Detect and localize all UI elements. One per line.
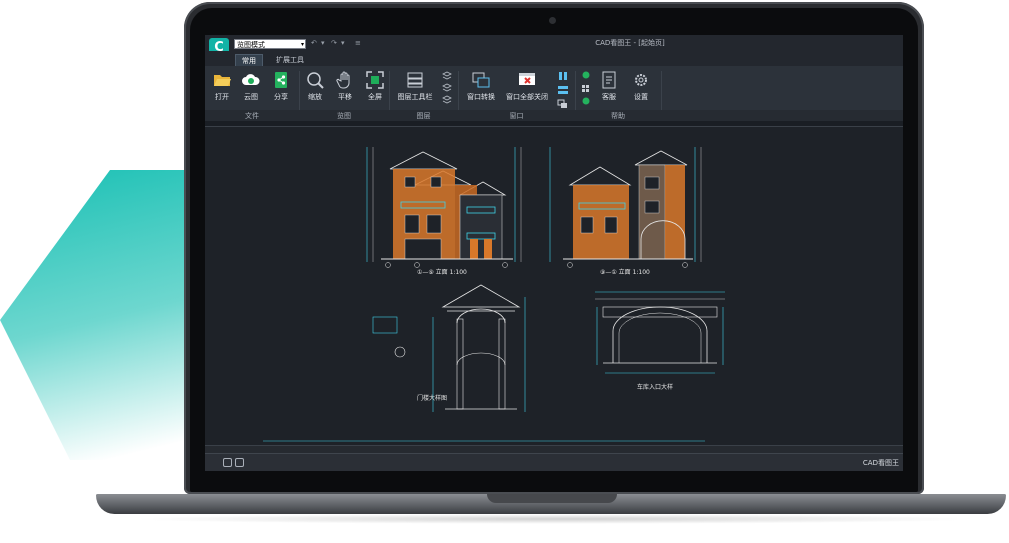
gate-detail-drawing: 门楼大样图 xyxy=(372,284,526,412)
window-switch-button[interactable]: 窗口转换 xyxy=(463,71,499,111)
pan-button[interactable]: 平移 xyxy=(331,71,359,111)
garage-gate-detail-drawing: 车库入口大样 xyxy=(595,291,725,391)
view-mode-select[interactable]: 览图模式 ▾ xyxy=(234,39,306,49)
fullscreen-icon xyxy=(366,71,384,89)
layer-toolbar-label: 图层工具栏 xyxy=(397,93,433,101)
customize-icon[interactable]: ≡ xyxy=(355,39,361,47)
group-view-label: 览图 xyxy=(337,112,351,120)
group-file-label: 文件 xyxy=(245,112,259,120)
magnifier-icon xyxy=(307,72,324,89)
cloud-label: 云图 xyxy=(244,93,258,101)
cad-drawing: ①—⑨ 立面 1:100 ⑨—① 立面 1:100 门楼大样图 车库入口大样 xyxy=(263,147,725,442)
ribbon-group-labels: 文件 览图 图层 窗口 帮助 xyxy=(205,110,903,121)
settings-button[interactable]: 设置 xyxy=(627,71,655,111)
elevation-b-label: ⑨—① 立面 1:100 xyxy=(600,268,650,276)
gear-icon xyxy=(635,74,647,86)
share-button[interactable]: 分享 xyxy=(267,71,295,111)
status-bar: CAD看图王 xyxy=(205,453,903,471)
close-all-windows-button[interactable]: 窗口全部关闭 xyxy=(503,71,551,111)
layer-toolbar-button[interactable]: 图层工具栏 xyxy=(393,71,437,111)
undo-icon[interactable]: ↶ xyxy=(311,39,317,47)
fit-status-icon[interactable] xyxy=(235,458,244,467)
window-layout-icons xyxy=(557,72,568,108)
title-bar: 览图模式 ▾ ↶ ▾ ↷ ▾ ≡ CAD看图王 - [起始页] xyxy=(205,35,903,51)
chevron-down-icon: ▾ xyxy=(300,41,304,48)
laptop-shadow xyxy=(130,514,980,524)
group-help-label: 帮助 xyxy=(611,112,625,120)
rear-elevation-drawing: ⑨—① 立面 1:100 xyxy=(549,147,702,276)
group-window-label: 窗口 xyxy=(509,112,524,120)
gate-a-label: 门楼大样图 xyxy=(417,394,447,402)
fullscreen-button[interactable]: 全屏 xyxy=(361,71,389,111)
window-title: CAD看图王 - [起始页] xyxy=(595,39,665,47)
front-elevation-drawing: ①—⑨ 立面 1:100 xyxy=(366,147,522,276)
tab-common[interactable]: 常用 xyxy=(235,54,263,66)
drawing-canvas[interactable]: ①—⑨ 立面 1:100 ⑨—① 立面 1:100 门楼大样图 车库入口大样 xyxy=(205,126,903,446)
close-all-windows-label: 窗口全部关闭 xyxy=(506,93,548,101)
zoom-status-icon[interactable] xyxy=(223,458,232,467)
app-screen: 览图模式 ▾ ↶ ▾ ↷ ▾ ≡ CAD看图王 - [起始页] C 常用 扩展工… xyxy=(205,35,903,471)
gate-b-label: 车库入口大样 xyxy=(637,383,673,391)
settings-label: 设置 xyxy=(634,93,648,101)
status-app-name: CAD看图王 xyxy=(862,459,899,467)
cloud-button[interactable]: 云图 xyxy=(237,71,265,111)
layers-icon xyxy=(407,72,423,88)
share-icon xyxy=(275,72,287,88)
folder-open-icon xyxy=(214,75,231,86)
service-button[interactable]: 客服 xyxy=(595,71,623,111)
group-layer-label: 图层 xyxy=(416,112,431,120)
fullscreen-label: 全屏 xyxy=(368,93,382,101)
tab-extension-tools[interactable]: 扩展工具 xyxy=(271,54,309,66)
window-switch-label: 窗口转换 xyxy=(467,93,495,101)
customer-service-icon xyxy=(602,71,616,89)
cloud-icon xyxy=(242,74,260,85)
service-label: 客服 xyxy=(602,93,616,101)
redo-icon[interactable]: ↷ xyxy=(331,39,337,47)
open-button[interactable]: 打开 xyxy=(208,71,236,111)
zoom-button[interactable]: 缩放 xyxy=(301,71,329,111)
share-label: 分享 xyxy=(274,93,288,101)
laptop-notch xyxy=(487,494,617,503)
open-label: 打开 xyxy=(215,93,229,101)
chevron-down-icon[interactable]: ▾ xyxy=(321,39,325,47)
hand-icon xyxy=(336,71,350,89)
window-switch-icon xyxy=(472,72,490,88)
webcam-icon xyxy=(549,17,556,24)
layer-side-icons xyxy=(442,71,452,104)
zoom-label: 缩放 xyxy=(308,93,322,101)
pan-label: 平移 xyxy=(338,93,352,101)
view-mode-value: 览图模式 xyxy=(237,41,265,49)
help-side-icons xyxy=(582,71,590,105)
chevron-down-icon[interactable]: ▾ xyxy=(341,39,345,47)
close-window-icon xyxy=(519,73,535,85)
elevation-a-label: ①—⑨ 立面 1:100 xyxy=(417,268,467,276)
ribbon-tab-bar: 常用 扩展工具 xyxy=(205,51,903,66)
